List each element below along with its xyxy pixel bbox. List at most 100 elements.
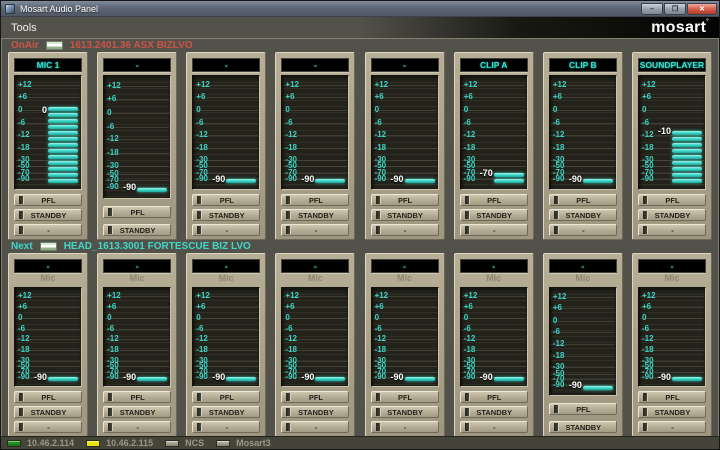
level-meter: +12+60-6-12-18-30-50-70-90-90 — [549, 287, 617, 396]
meter-scale-label: +6 — [642, 303, 651, 311]
standby-button[interactable]: STANDBY — [192, 209, 260, 221]
meter-gridline — [640, 318, 704, 319]
standby-button[interactable]: STANDBY — [371, 209, 439, 221]
dash-button[interactable]: - — [460, 421, 528, 433]
dash-button[interactable]: - — [14, 421, 82, 433]
dash-button[interactable]: - — [281, 224, 349, 236]
button-indicator — [108, 226, 113, 234]
pfl-button[interactable]: PFL — [103, 206, 171, 218]
channel-strip: -Mic+12+60-6-12-18-30-50-70-90-90PFLSTAN… — [454, 253, 534, 436]
meter-scale-label: -18 — [553, 352, 565, 360]
pfl-button[interactable]: PFL — [549, 403, 617, 415]
standby-button[interactable]: STANDBY — [281, 209, 349, 221]
meter-scale-label: -18 — [285, 144, 297, 152]
standby-button[interactable]: STANDBY — [460, 406, 528, 418]
standby-button[interactable]: STANDBY — [371, 406, 439, 418]
meter-scale-label: -6 — [107, 123, 114, 131]
pfl-button[interactable]: PFL — [638, 391, 706, 403]
meter-scale-label: +12 — [285, 81, 299, 89]
standby-button[interactable]: STANDBY — [14, 209, 82, 221]
pfl-button[interactable]: PFL — [281, 194, 349, 206]
meter-scale-label: 0 — [553, 106, 557, 114]
button-label: - — [650, 423, 695, 432]
meter-scale-label: -90 — [642, 175, 654, 183]
button-label: PFL — [650, 393, 695, 402]
meter-scale-label: -90 — [196, 175, 208, 183]
next-strips-row: -Mic+12+60-6-12-18-30-50-70-90-90PFLSTAN… — [8, 253, 712, 436]
dash-button[interactable]: - — [638, 421, 706, 433]
meter-scale-label: -18 — [18, 346, 30, 354]
meter-scale-label: -6 — [553, 119, 560, 127]
meter-scale-label: -18 — [196, 144, 208, 152]
standby-button[interactable]: STANDBY — [638, 209, 706, 221]
meter-scale-label: -12 — [196, 131, 208, 139]
dash-button[interactable]: - — [460, 224, 528, 236]
button-label: STANDBY — [293, 408, 338, 417]
button-label: - — [115, 423, 160, 432]
standby-button[interactable]: STANDBY — [103, 406, 171, 418]
pfl-button[interactable]: PFL — [460, 194, 528, 206]
rundown-item-icon — [40, 242, 57, 251]
meter-gridline — [551, 123, 615, 124]
meter-scale-label: -6 — [553, 328, 560, 336]
dash-button[interactable]: - — [192, 421, 260, 433]
button-label: - — [204, 423, 249, 432]
standby-button[interactable]: STANDBY — [638, 406, 706, 418]
standby-button[interactable]: STANDBY — [14, 406, 82, 418]
meter-segment — [137, 188, 167, 192]
pfl-button[interactable]: PFL — [638, 194, 706, 206]
standby-button[interactable]: STANDBY — [549, 421, 617, 433]
standby-button[interactable]: STANDBY — [549, 209, 617, 221]
dash-button[interactable]: - — [281, 421, 349, 433]
maximize-button[interactable]: ❐ — [664, 3, 686, 15]
level-meter: +12+60-6-12-18-30-50-70-90-90 — [638, 287, 706, 387]
pfl-button[interactable]: PFL — [371, 391, 439, 403]
channel-strip: SOUNDPLAYER+12+60-6-12-18-30-50-70-90-10… — [632, 52, 712, 240]
channel-display: CLIP A — [460, 58, 528, 72]
app-icon — [5, 4, 15, 14]
pfl-button[interactable]: PFL — [14, 391, 82, 403]
button-label: - — [472, 423, 517, 432]
dash-button[interactable]: - — [638, 224, 706, 236]
button-indicator — [465, 211, 470, 219]
meter-scale-label: +6 — [196, 303, 205, 311]
close-button[interactable]: ✕ — [687, 3, 717, 15]
button-label: STANDBY — [561, 423, 606, 432]
pfl-button[interactable]: PFL — [460, 391, 528, 403]
meter-gridline — [194, 329, 258, 330]
button-label: - — [293, 226, 338, 235]
standby-button[interactable]: STANDBY — [192, 406, 260, 418]
dash-button[interactable]: - — [103, 421, 171, 433]
meter-segment — [672, 143, 702, 147]
button-label: STANDBY — [650, 211, 695, 220]
dash-button[interactable]: - — [371, 224, 439, 236]
dash-button[interactable]: - — [192, 224, 260, 236]
menu-tools[interactable]: Tools — [1, 22, 47, 34]
meter-scale-label: -18 — [375, 144, 387, 152]
button-indicator — [19, 423, 24, 431]
dash-button[interactable]: - — [371, 421, 439, 433]
meter-scale-label: +6 — [553, 304, 562, 312]
dash-button[interactable]: - — [549, 224, 617, 236]
button-indicator — [643, 408, 648, 416]
meter-gridline — [283, 318, 347, 319]
meter-scale-label: 0 — [18, 314, 22, 322]
standby-button[interactable]: STANDBY — [460, 209, 528, 221]
pfl-button[interactable]: PFL — [14, 194, 82, 206]
level-meter: +12+60-6-12-18-30-50-70-90-90 — [371, 75, 439, 190]
dash-button[interactable]: - — [14, 224, 82, 236]
minimize-button[interactable]: – — [641, 3, 663, 15]
meter-scale-label: +12 — [375, 81, 389, 89]
meter-gridline — [551, 321, 615, 322]
pfl-button[interactable]: PFL — [549, 194, 617, 206]
pfl-button[interactable]: PFL — [371, 194, 439, 206]
pfl-button[interactable]: PFL — [192, 194, 260, 206]
menubar: Tools mosart° — [1, 17, 719, 38]
pfl-button[interactable]: PFL — [103, 391, 171, 403]
pfl-button[interactable]: PFL — [281, 391, 349, 403]
button-indicator — [376, 226, 381, 234]
pfl-button[interactable]: PFL — [192, 391, 260, 403]
button-indicator — [108, 423, 113, 431]
standby-button[interactable]: STANDBY — [103, 224, 171, 236]
standby-button[interactable]: STANDBY — [281, 406, 349, 418]
